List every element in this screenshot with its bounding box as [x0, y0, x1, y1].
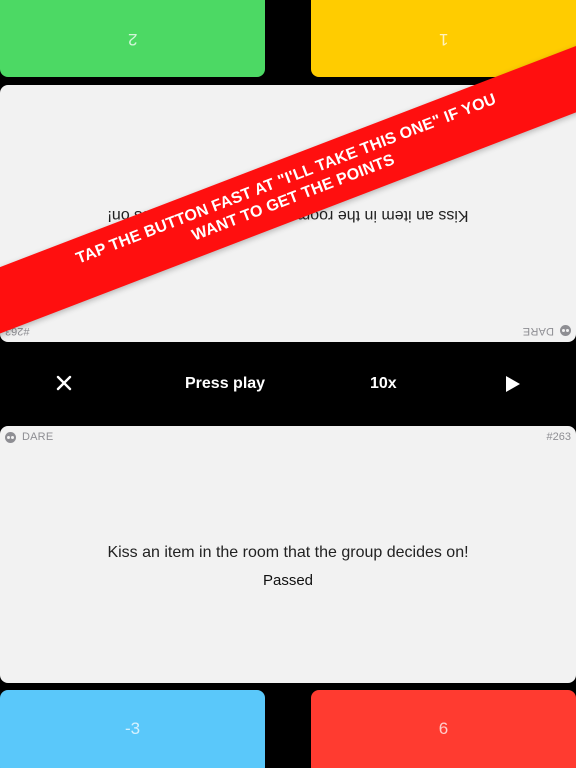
card-type-label: DARE	[22, 431, 54, 443]
game-screen: 2 1 DARE #263 Kiss an item in the room t…	[0, 0, 576, 768]
card-number: #263	[546, 431, 571, 443]
card-type: DARE	[523, 325, 571, 337]
card-text: Kiss an item in the room that the group …	[107, 544, 469, 561]
skull-icon	[5, 431, 16, 443]
play-status-label: Press play	[185, 375, 266, 392]
play-icon[interactable]	[500, 372, 524, 396]
multiplier-button[interactable]: 10x	[370, 375, 397, 393]
player-score-label: -3	[124, 718, 141, 738]
card-type: DARE	[5, 431, 53, 443]
dare-card-content: DARE #263 Kiss an item in the room that …	[0, 426, 576, 683]
close-icon[interactable]	[50, 369, 78, 397]
player-score-label: 6	[438, 718, 449, 738]
player-score-label: 1	[438, 29, 449, 49]
control-bar: Press play 10x	[0, 342, 576, 426]
player-score-button-blue[interactable]: -3	[0, 690, 265, 768]
skull-icon	[560, 325, 571, 337]
player-score-button-green[interactable]: 2	[0, 0, 265, 77]
card-type-label: DARE	[522, 325, 554, 337]
player-score-label: 2	[127, 29, 138, 49]
dare-card-bottom: DARE #263 Kiss an item in the room that …	[0, 426, 576, 683]
card-status: Passed	[262, 572, 314, 589]
player-score-button-red[interactable]: 6	[311, 690, 576, 768]
